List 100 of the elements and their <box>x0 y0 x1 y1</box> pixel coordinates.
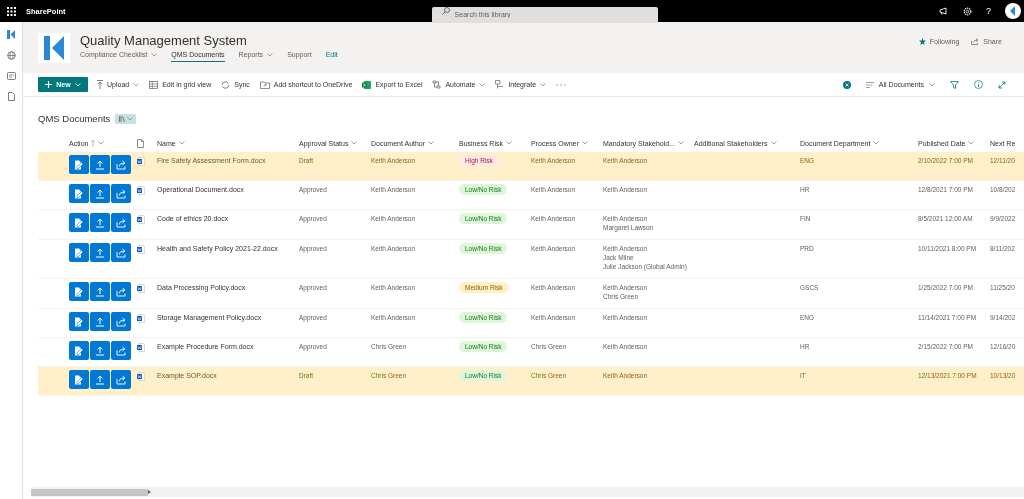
chevron-down-icon <box>178 141 185 145</box>
clear-icon[interactable] <box>842 80 851 89</box>
site-logo[interactable] <box>38 32 70 63</box>
word-file-icon <box>137 314 145 323</box>
share-button[interactable] <box>111 243 131 262</box>
sync-icon <box>221 80 231 89</box>
document-icon[interactable] <box>7 92 15 101</box>
search-icon <box>441 7 450 15</box>
share-button[interactable] <box>111 341 131 360</box>
plus-icon <box>45 81 53 88</box>
chevron-down-icon <box>74 82 81 87</box>
upload-icon <box>95 159 105 170</box>
upload-icon <box>97 80 103 89</box>
upload-button[interactable] <box>90 213 110 232</box>
edit-document-icon <box>74 217 84 228</box>
edit-document-icon <box>74 374 84 385</box>
edit-document-icon <box>74 159 84 170</box>
automate-icon <box>432 80 442 89</box>
share-icon <box>116 217 126 228</box>
chevron-down-icon <box>351 141 358 145</box>
chevron-down-icon <box>126 116 133 121</box>
share-icon <box>116 159 126 170</box>
word-file-icon <box>137 343 145 352</box>
upload-icon <box>95 217 105 228</box>
edit-button[interactable] <box>69 184 89 203</box>
expand-icon[interactable] <box>998 80 1006 89</box>
share-icon <box>116 374 126 385</box>
chevron-down-icon <box>929 82 935 87</box>
share-button[interactable] <box>111 155 131 174</box>
edit-button[interactable] <box>69 155 89 174</box>
edit-button[interactable] <box>69 341 89 360</box>
k-logo-icon <box>44 35 64 60</box>
scrollbar-thumb[interactable] <box>31 488 148 496</box>
chevron-down-icon <box>873 141 880 145</box>
chevron-down-icon <box>581 141 588 145</box>
edit-button[interactable] <box>69 282 89 301</box>
chevron-down-icon <box>678 141 684 145</box>
upload-button[interactable] <box>90 243 110 262</box>
chevron-down-icon <box>428 141 435 145</box>
share-icon <box>116 247 126 258</box>
share-icon <box>116 316 126 327</box>
view-switch-button[interactable] <box>115 113 137 124</box>
edit-button[interactable] <box>69 213 89 232</box>
shortcut-icon <box>259 80 270 89</box>
chevron-down-icon <box>770 141 777 145</box>
spreadsheet-icon <box>362 80 372 89</box>
integrate-icon <box>495 80 505 89</box>
edit-document-icon <box>74 188 84 199</box>
settings-icon[interactable] <box>963 6 972 16</box>
share-icon <box>116 188 126 199</box>
word-file-icon <box>137 186 145 195</box>
list-icon <box>865 81 874 88</box>
upload-button[interactable] <box>90 155 110 174</box>
share-button[interactable] <box>111 184 131 203</box>
upload-icon <box>95 188 105 199</box>
upload-icon <box>95 286 105 297</box>
edit-document-icon <box>74 345 84 356</box>
edit-button[interactable] <box>69 312 89 331</box>
word-file-icon <box>137 245 145 254</box>
site-logo-icon[interactable] <box>7 30 15 39</box>
share-button[interactable] <box>111 213 131 232</box>
chevron-down-icon <box>98 141 105 145</box>
share-icon <box>971 38 980 45</box>
upload-icon <box>95 247 105 258</box>
horizontal-scrollbar[interactable] <box>31 487 1024 497</box>
upload-icon <box>95 316 105 327</box>
help-icon[interactable]: ? <box>986 6 991 16</box>
upload-button[interactable] <box>90 184 110 203</box>
library-icon <box>118 115 125 122</box>
share-button[interactable] <box>111 370 131 389</box>
globe-icon[interactable] <box>6 51 16 60</box>
info-icon[interactable] <box>974 80 983 89</box>
chevron-down-icon <box>968 141 975 145</box>
upload-button[interactable] <box>90 312 110 331</box>
library-title: QMS Documents <box>38 113 111 124</box>
share-button[interactable] <box>111 312 131 331</box>
edit-document-icon <box>74 247 84 258</box>
upload-icon <box>95 374 105 385</box>
upload-button[interactable] <box>90 282 110 301</box>
news-icon[interactable] <box>6 72 16 80</box>
upload-icon <box>95 345 105 356</box>
share-button[interactable] <box>111 282 131 301</box>
word-file-icon <box>137 157 145 166</box>
upload-button[interactable] <box>90 341 110 360</box>
file-type-icon <box>137 138 144 148</box>
word-file-icon <box>137 372 145 381</box>
edit-document-icon <box>74 286 84 297</box>
upload-button[interactable] <box>90 370 110 389</box>
star-icon <box>918 38 926 45</box>
grid-icon <box>149 80 159 89</box>
avatar-icon[interactable] <box>1005 3 1021 19</box>
word-file-icon <box>137 215 145 224</box>
edit-document-icon <box>74 316 84 327</box>
share-icon <box>116 345 126 356</box>
megaphone-icon[interactable] <box>939 7 949 15</box>
edit-button[interactable] <box>69 370 89 389</box>
app-launcher-icon[interactable] <box>7 6 16 16</box>
filter-icon[interactable] <box>950 80 959 89</box>
site-title: Quality Management System <box>80 33 248 48</box>
edit-button[interactable] <box>69 243 89 262</box>
